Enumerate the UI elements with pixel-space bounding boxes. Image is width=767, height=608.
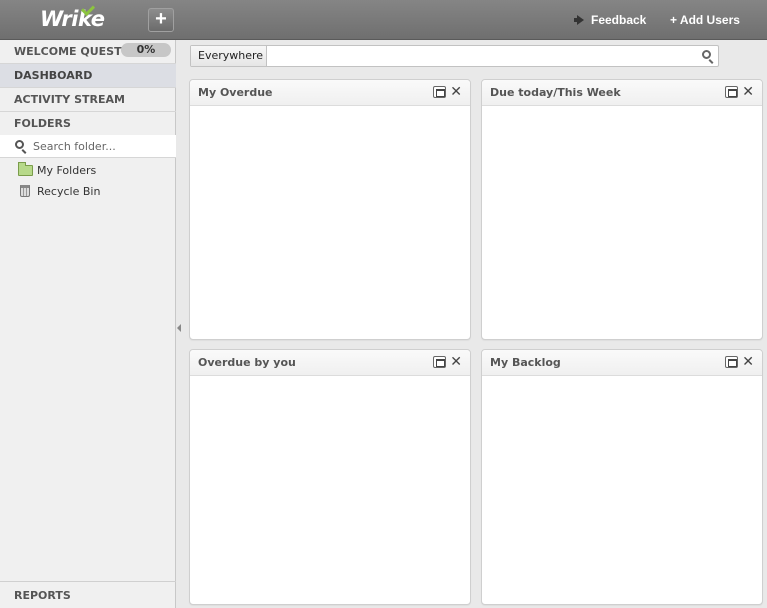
close-icon[interactable]: ✕ [450,353,462,369]
folder-icon [18,161,33,176]
widget-title: My Overdue [198,86,273,99]
sidebar-collapse-handle[interactable] [176,318,182,338]
feedback-label: Feedback [591,13,647,27]
maximize-icon[interactable] [433,86,446,98]
close-icon[interactable]: ✕ [450,83,462,99]
recycle-bin-icon [20,185,30,197]
widget-header: My Backlog ✕ [482,350,762,376]
maximize-icon[interactable] [725,86,738,98]
folder-tree-item-my-folders[interactable]: My Folders [18,161,97,178]
sidebar-item-reports[interactable]: REPORTS [0,581,176,608]
search-icon[interactable] [702,50,711,59]
widget-my-overdue: My Overdue ✕ [189,79,471,340]
sidebar: WELCOME QUEST 0% DASHBOARD ACTIVITY STRE… [0,40,176,608]
widget-my-backlog: My Backlog ✕ [481,349,763,605]
create-new-button[interactable]: + [148,8,174,32]
widget-header: Due today/This Week ✕ [482,80,762,106]
welcome-quest-label: WELCOME QUEST [14,45,122,58]
close-icon[interactable]: ✕ [742,83,754,99]
folder-search-box [0,135,176,158]
close-icon[interactable]: ✕ [742,353,754,369]
search-scope-button[interactable]: Everywhere [191,46,267,66]
widget-due-today-this-week: Due today/This Week ✕ [481,79,763,340]
quest-progress-badge: 0% [121,43,171,57]
widget-title: Due today/This Week [490,86,621,99]
feedback-button[interactable]: Feedback [574,13,646,27]
add-users-button[interactable]: + Add Users [670,13,740,27]
top-bar: Wrike + Feedback + Add Users [0,0,767,40]
maximize-icon[interactable] [433,356,446,368]
sidebar-item-activity-stream[interactable]: ACTIVITY STREAM [0,88,176,112]
megaphone-icon [574,15,585,25]
maximize-icon[interactable] [725,356,738,368]
widget-title: My Backlog [490,356,561,369]
search-icon [15,140,24,149]
main-search-input[interactable] [271,48,691,64]
widget-overdue-by-you: Overdue by you ✕ [189,349,471,605]
logo-text: Wrike [40,7,105,31]
main-search-bar: Everywhere [190,45,719,67]
widget-title: Overdue by you [198,356,296,369]
tree-item-label: My Folders [37,163,97,177]
tree-item-label: Recycle Bin [37,184,101,198]
widget-header: My Overdue ✕ [190,80,470,106]
folder-tree-item-recycle-bin[interactable]: Recycle Bin [18,183,100,199]
sidebar-item-welcome-quest[interactable]: WELCOME QUEST 0% [0,40,176,64]
widget-header: Overdue by you ✕ [190,350,470,376]
wrike-logo[interactable]: Wrike [40,1,105,31]
folder-search-input[interactable] [33,138,171,155]
sidebar-item-dashboard[interactable]: DASHBOARD [0,64,176,88]
sidebar-item-folders[interactable]: FOLDERS [0,112,176,136]
add-users-label: + Add Users [670,13,740,27]
